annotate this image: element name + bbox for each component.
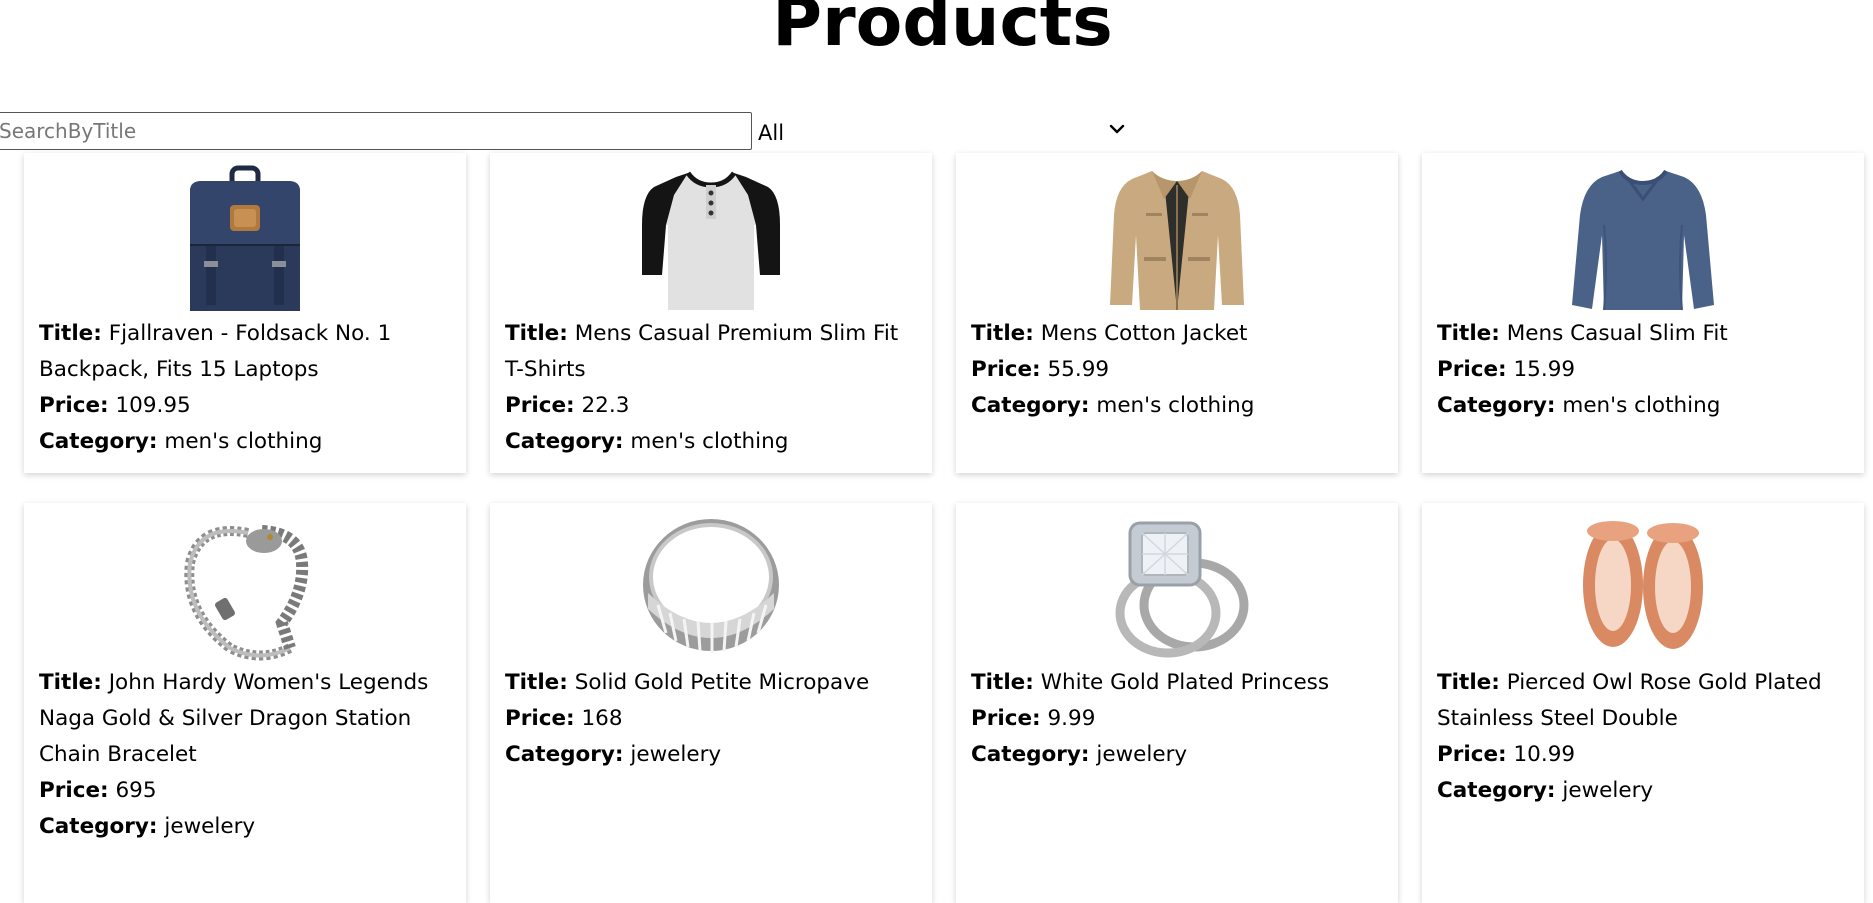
- product-category: jewelery: [1562, 778, 1654, 803]
- product-info: Title: White Gold Plated Princess Price:…: [971, 665, 1384, 773]
- product-info: Title: Mens Casual Slim Fit Price: 15.99…: [1437, 316, 1850, 424]
- title-label: Title:: [39, 670, 102, 695]
- product-price: 695: [115, 778, 157, 803]
- price-label: Price:: [505, 706, 575, 731]
- category-label: Category:: [1437, 393, 1556, 418]
- title-label: Title:: [971, 670, 1034, 695]
- product-price: 10.99: [1513, 742, 1576, 767]
- title-label: Title:: [971, 321, 1034, 346]
- product-card[interactable]: Title: Solid Gold Petite Micropave Price…: [490, 503, 932, 903]
- product-card[interactable]: Title: Mens Cotton Jacket Price: 55.99 C…: [956, 153, 1398, 473]
- jacket-image: [1110, 171, 1244, 310]
- product-info: Title: Pierced Owl Rose Gold Plated Stai…: [1437, 665, 1850, 809]
- category-label: Category:: [505, 742, 624, 767]
- price-label: Price:: [971, 706, 1041, 731]
- product-card[interactable]: Title: Fjallraven - Foldsack No. 1 Backp…: [24, 153, 466, 473]
- product-info: Title: John Hardy Women's Legends Naga G…: [39, 665, 452, 845]
- product-card[interactable]: Title: Pierced Owl Rose Gold Plated Stai…: [1422, 503, 1864, 903]
- silver-ring-image: [643, 519, 779, 653]
- price-label: Price:: [1437, 742, 1507, 767]
- product-category: jewelery: [164, 814, 256, 839]
- product-info: Title: Fjallraven - Foldsack No. 1 Backp…: [39, 316, 452, 460]
- category-label: Category:: [39, 814, 158, 839]
- product-category: men's clothing: [630, 429, 789, 454]
- product-price: 15.99: [1513, 357, 1576, 382]
- raglan-shirt-image: [642, 171, 780, 310]
- product-category: men's clothing: [1096, 393, 1255, 418]
- category-label: Category:: [971, 393, 1090, 418]
- product-info: Title: Solid Gold Petite Micropave Price…: [505, 665, 918, 773]
- long-sleeve-shirt-image: [1572, 169, 1714, 311]
- product-price: 55.99: [1047, 357, 1110, 382]
- product-info: Title: Mens Casual Premium Slim Fit T-Sh…: [505, 316, 918, 460]
- product-category: jewelery: [1096, 742, 1188, 767]
- product-price: 22.3: [581, 393, 630, 418]
- price-label: Price:: [39, 778, 109, 803]
- page-title: Products: [772, 0, 1113, 62]
- title-label: Title:: [39, 321, 102, 346]
- product-title: Mens Casual Slim Fit: [1506, 321, 1728, 346]
- diamond-ring-image: [1115, 521, 1249, 658]
- category-select[interactable]: All: [758, 116, 1130, 150]
- price-label: Price:: [505, 393, 575, 418]
- product-category: jewelery: [630, 742, 722, 767]
- category-label: Category:: [1437, 778, 1556, 803]
- product-title: Solid Gold Petite Micropave: [574, 670, 870, 695]
- rose-gold-plugs-image: [1583, 521, 1703, 649]
- product-card[interactable]: Title: White Gold Plated Princess Price:…: [956, 503, 1398, 903]
- category-label: Category:: [39, 429, 158, 454]
- dragon-bracelet-image: [184, 525, 309, 661]
- chevron-down-icon: [1109, 124, 1125, 134]
- product-card[interactable]: Title: Mens Casual Slim Fit Price: 15.99…: [1422, 153, 1864, 473]
- product-title: Mens Cotton Jacket: [1040, 321, 1248, 346]
- product-price: 109.95: [115, 393, 191, 418]
- category-select-value: All: [758, 121, 785, 145]
- title-label: Title:: [1437, 321, 1500, 346]
- title-label: Title:: [505, 321, 568, 346]
- product-title: White Gold Plated Princess: [1040, 670, 1330, 695]
- product-price: 168: [581, 706, 623, 731]
- search-input[interactable]: [0, 112, 752, 150]
- product-card[interactable]: Title: John Hardy Women's Legends Naga G…: [24, 503, 466, 903]
- title-label: Title:: [1437, 670, 1500, 695]
- product-category: men's clothing: [1562, 393, 1721, 418]
- product-card[interactable]: Title: Mens Casual Premium Slim Fit T-Sh…: [490, 153, 932, 473]
- category-label: Category:: [971, 742, 1090, 767]
- price-label: Price:: [39, 393, 109, 418]
- product-category: men's clothing: [164, 429, 323, 454]
- product-price: 9.99: [1047, 706, 1096, 731]
- backpack-image: [190, 165, 300, 311]
- price-label: Price:: [971, 357, 1041, 382]
- category-label: Category:: [505, 429, 624, 454]
- price-label: Price:: [1437, 357, 1507, 382]
- title-label: Title:: [505, 670, 568, 695]
- product-info: Title: Mens Cotton Jacket Price: 55.99 C…: [971, 316, 1384, 424]
